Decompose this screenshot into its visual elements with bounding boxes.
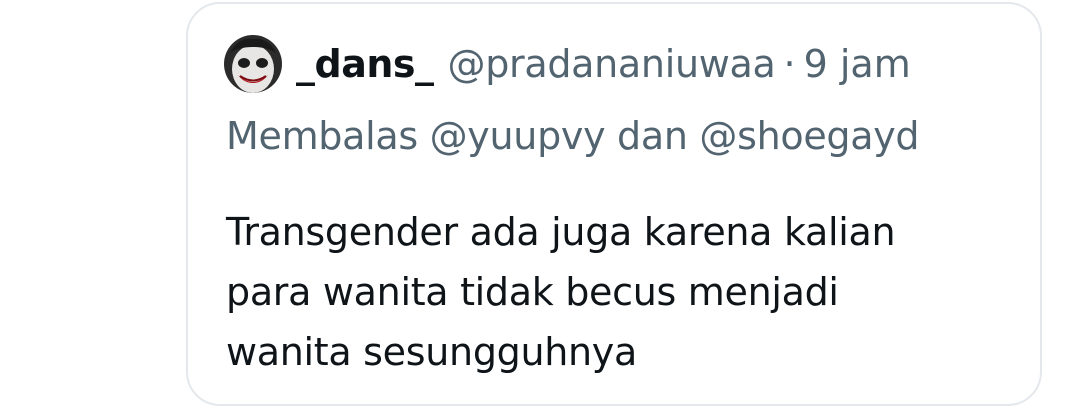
author-display-name[interactable]: _dans_ — [296, 42, 434, 86]
separator-dot: · — [783, 42, 796, 86]
tweet-text-line: wanita sesungguhnya — [226, 330, 637, 374]
tweet-timestamp[interactable]: 9 jam — [804, 42, 911, 86]
tweet-text: Transgender ada juga karena kalian para … — [226, 202, 1006, 382]
avatar[interactable] — [224, 35, 282, 93]
author-handle[interactable]: @pradananiuwaa — [448, 42, 776, 86]
quoted-tweet-card[interactable]: _dans_ @pradananiuwaa · 9 jam Membalas @… — [186, 2, 1042, 406]
tweet-header: _dans_ @pradananiuwaa · 9 jam — [224, 32, 911, 96]
replying-to-line[interactable]: Membalas @yuupvy dan @shoegayd — [226, 114, 920, 158]
tweet-text-line: Transgender ada juga karena kalian — [226, 210, 896, 254]
joker-face-icon — [224, 35, 282, 93]
tweet-text-line: para wanita tidak becus menjadi — [226, 270, 839, 314]
